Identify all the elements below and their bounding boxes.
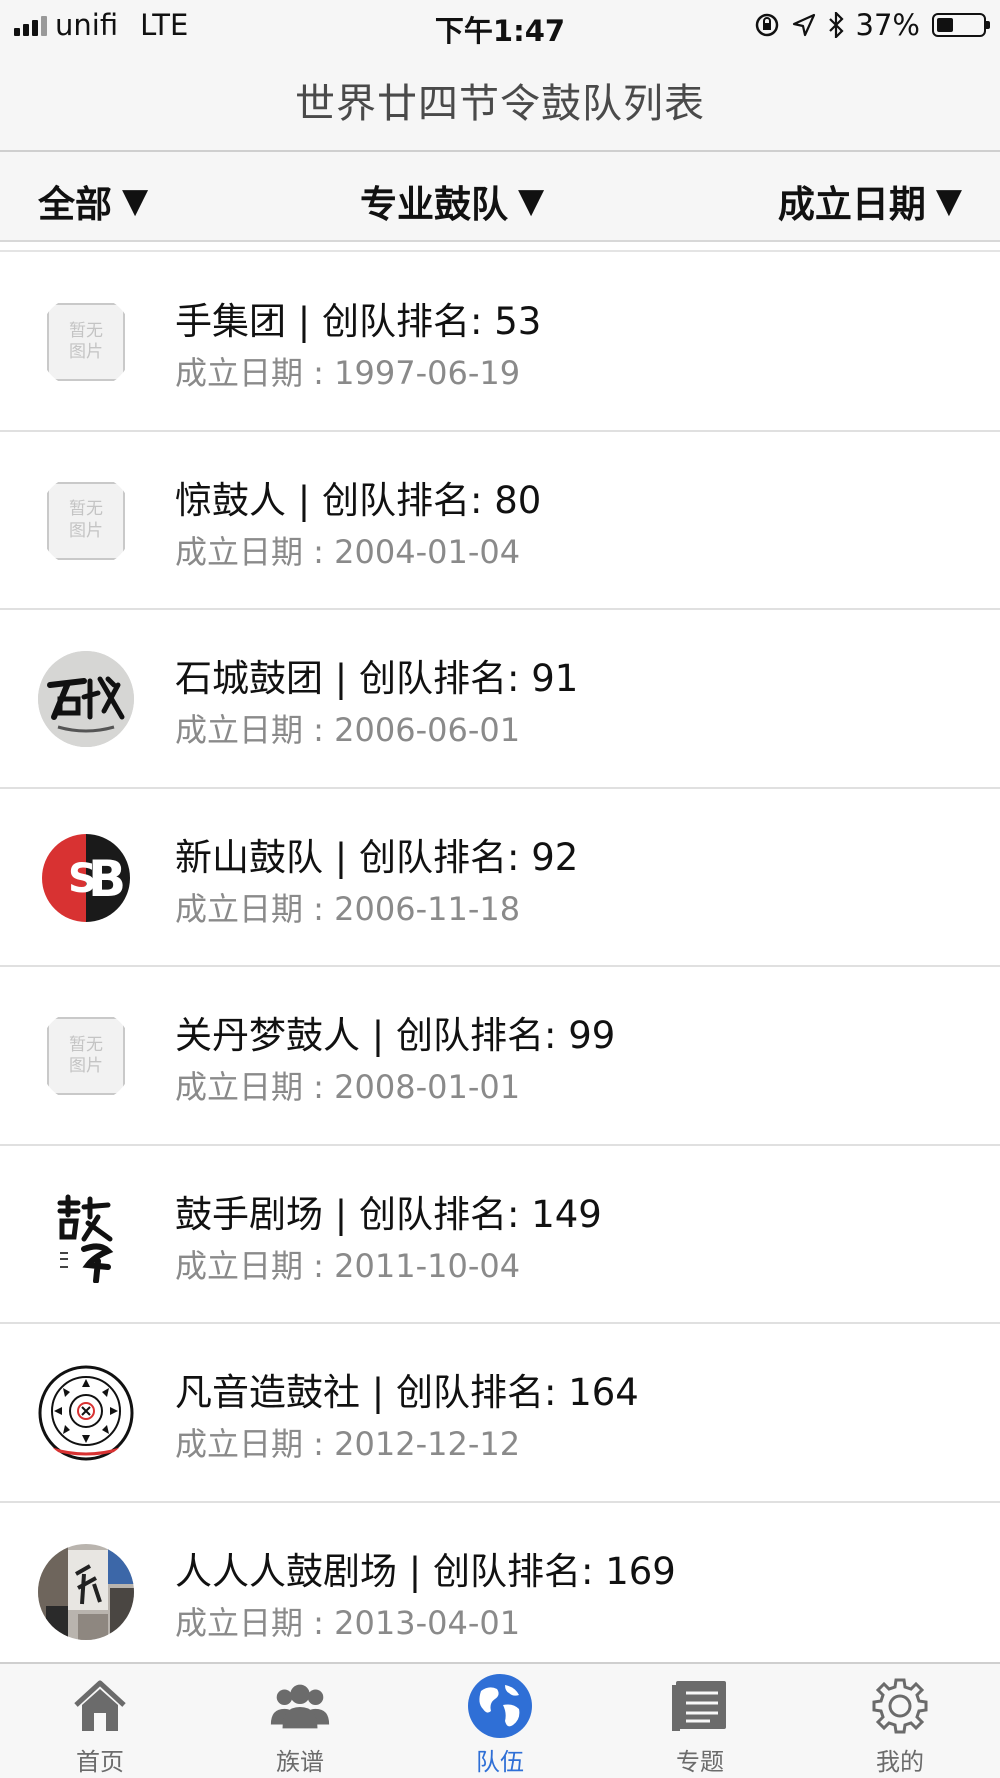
- placeholder-text: 暂无: [69, 1034, 103, 1055]
- team-date: 成立日期 : 2011-10-04: [175, 1246, 521, 1285]
- team-photo-icon: [38, 1543, 134, 1640]
- placeholder-text: 图片: [69, 342, 103, 362]
- team-date: 成立日期 : 2012-12-12: [175, 1425, 521, 1463]
- list-item[interactable]: 人人人鼓剧场 | 创队排名: 169 成立日期 : 2013-04-01: [0, 1502, 1000, 1681]
- svg-text:B: B: [88, 850, 126, 908]
- avatar: [38, 1543, 134, 1640]
- tab-topics[interactable]: 专题: [600, 1664, 800, 1778]
- people-icon: [267, 1674, 333, 1738]
- list-item[interactable]: 鼓手剧场 | 创队排名: 149 成立日期 : 2011-10-04: [0, 1145, 1000, 1324]
- location-icon: [792, 13, 815, 37]
- shicheng-logo-icon: [38, 651, 134, 747]
- team-date: 成立日期 : 2008-01-01: [175, 1068, 521, 1106]
- list-item[interactable]: 暂无 图片 关丹梦鼓人 | 创队排名: 99 成立日期 : 2008-01-01: [0, 967, 1000, 1146]
- team-date: 成立日期 : 1997-06-19: [175, 354, 521, 392]
- placeholder-text: 暂无: [69, 499, 103, 520]
- globe-icon: [467, 1674, 533, 1738]
- team-name: 凡音造鼓社 | 创队排名: 164: [175, 1371, 639, 1414]
- filter-all-dropdown[interactable]: 全部 ▼: [38, 174, 148, 228]
- bluetooth-icon: [828, 12, 844, 38]
- avatar: [38, 651, 134, 747]
- team-name: 手集团 | 创队排名: 53: [175, 300, 542, 343]
- avatar: [38, 1365, 134, 1461]
- avatar: 暂无 图片: [38, 294, 134, 390]
- avatar: 暂无 图片: [38, 473, 134, 569]
- dropdown-arrow-icon: ▼: [518, 181, 545, 221]
- page-title: 世界廿四节令鼓队列表: [295, 81, 705, 127]
- avatar: 暂无 图片: [38, 1008, 134, 1104]
- battery-percent: 37%: [855, 8, 920, 42]
- screen: unifi LTE 下午1:47 37% 世界廿四节令鼓队列表 全部 ▼ 专业鼓…: [0, 0, 1000, 1778]
- filter-type-dropdown[interactable]: 专业鼓队 ▼: [360, 174, 544, 228]
- list-item[interactable]: 石城鼓团 | 创队排名: 91 成立日期 : 2006-06-01: [0, 610, 1000, 789]
- tab-label: 我的: [876, 1748, 924, 1776]
- sb-logo-icon: S B: [42, 833, 130, 922]
- tab-bar: 首页 族谱 队伍 专题 我的: [0, 1662, 1000, 1778]
- team-date: 成立日期 : 2006-06-01: [175, 711, 521, 749]
- list-item[interactable]: S B 新山鼓队 | 创队排名: 92 成立日期 : 2006-11-18: [0, 788, 1000, 967]
- divider: [0, 250, 1000, 252]
- tab-label: 族谱: [276, 1748, 324, 1776]
- no-image-placeholder: 暂无 图片: [47, 481, 125, 560]
- team-name: 关丹梦鼓人 | 创队排名: 99: [175, 1014, 616, 1057]
- filter-sort-dropdown[interactable]: 成立日期 ▼: [778, 174, 962, 228]
- tab-label: 首页: [76, 1748, 124, 1776]
- orientation-lock-icon: [755, 13, 778, 37]
- team-date: 成立日期 : 2013-04-01: [175, 1603, 521, 1642]
- tab-home[interactable]: 首页: [0, 1664, 200, 1778]
- battery-fill: [937, 18, 953, 32]
- team-list: 暂无 图片 手集团 | 创队排名: 53 成立日期 : 1997-06-19 暂…: [0, 253, 1000, 1681]
- team-name: 鼓手剧场 | 创队排名: 149: [175, 1192, 602, 1236]
- nav-bar: 世界廿四节令鼓队列表: [0, 50, 1000, 152]
- dropdown-arrow-icon: ▼: [935, 181, 962, 221]
- status-bar: unifi LTE 下午1:47 37%: [0, 0, 1000, 50]
- filter-sort-label: 成立日期: [777, 183, 926, 226]
- list-item[interactable]: 凡音造鼓社 | 创队排名: 164 成立日期 : 2012-12-12: [0, 1324, 1000, 1503]
- dropdown-arrow-icon: ▼: [122, 181, 149, 221]
- team-name: 新山鼓队 | 创队排名: 92: [175, 835, 579, 879]
- filter-all-label: 全部: [38, 183, 112, 226]
- tab-label: 专题: [676, 1748, 724, 1776]
- gear-icon: [867, 1674, 933, 1738]
- status-right: 37%: [754, 8, 990, 42]
- placeholder-text: 暂无: [69, 320, 103, 341]
- document-icon: [667, 1674, 733, 1738]
- tab-label: 队伍: [476, 1748, 524, 1776]
- placeholder-text: 图片: [69, 520, 103, 541]
- list-item[interactable]: 暂无 图片 惊鼓人 | 创队排名: 80 成立日期 : 2004-01-04: [0, 431, 1000, 610]
- team-name: 惊鼓人 | 创队排名: 80: [175, 478, 542, 522]
- avatar: S B: [38, 830, 134, 926]
- filter-bar: 全部 ▼ 专业鼓队 ▼ 成立日期 ▼: [0, 152, 1000, 242]
- tab-teams[interactable]: 队伍: [400, 1664, 600, 1778]
- no-image-placeholder: 暂无 图片: [47, 303, 125, 381]
- tab-genealogy[interactable]: 族谱: [200, 1664, 400, 1778]
- emblem-logo-icon: [38, 1365, 134, 1461]
- no-image-placeholder: 暂无 图片: [47, 1017, 125, 1095]
- battery-icon: [932, 13, 990, 37]
- team-date: 成立日期 : 2004-01-04: [175, 532, 521, 571]
- team-name: 石城鼓团 | 创队排名: 91: [175, 657, 579, 700]
- home-icon: [67, 1674, 133, 1738]
- placeholder-text: 图片: [69, 1056, 103, 1076]
- team-name: 人人人鼓剧场 | 创队排名: 169: [175, 1549, 676, 1593]
- list-item[interactable]: 暂无 图片 手集团 | 创队排名: 53 成立日期 : 1997-06-19: [0, 253, 1000, 432]
- calligraphy-logo-icon: [57, 1194, 114, 1283]
- team-date: 成立日期 : 2006-11-18: [175, 889, 521, 928]
- filter-type-label: 专业鼓队: [360, 183, 508, 226]
- tab-mine[interactable]: 我的: [800, 1664, 1000, 1778]
- avatar: [38, 1187, 134, 1283]
